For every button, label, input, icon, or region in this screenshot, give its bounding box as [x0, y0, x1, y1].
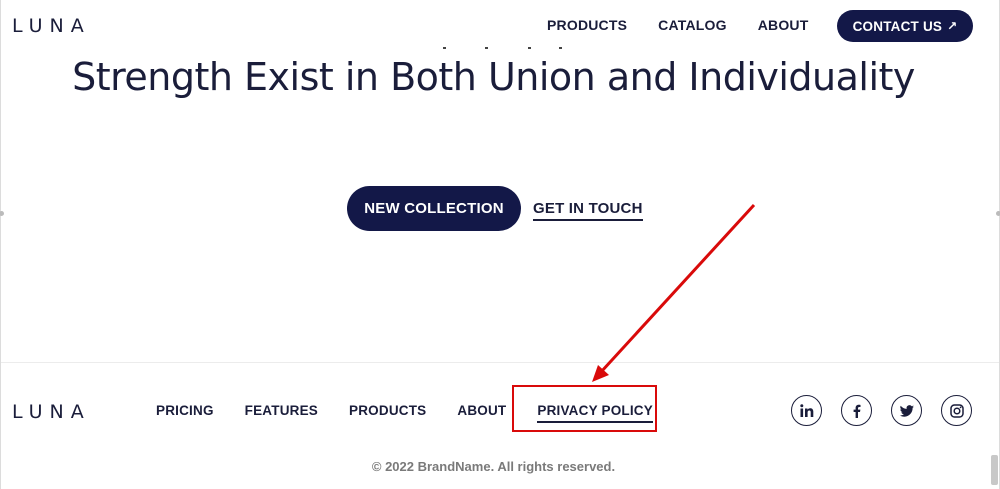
scrollbar[interactable]	[989, 0, 999, 489]
scroll-thumb[interactable]	[991, 455, 998, 485]
edge-marker-right	[996, 211, 1000, 216]
annotation-arrow	[592, 203, 756, 382]
annotation-highlight-box	[512, 385, 657, 432]
page: LUNA PRODUCTS CATALOG ABOUT CONTACT US ↗…	[0, 0, 1000, 489]
